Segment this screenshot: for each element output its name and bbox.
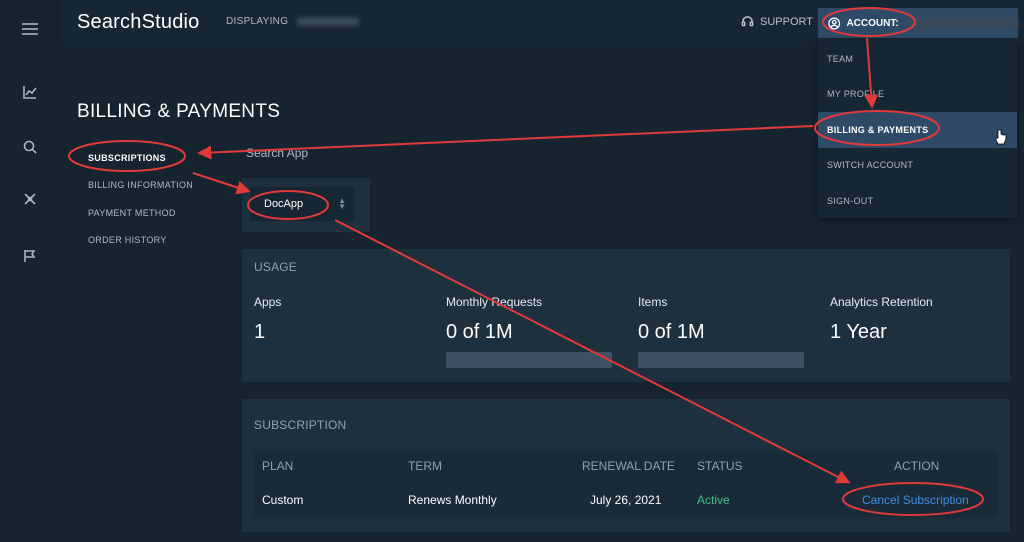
merge-icon[interactable] (0, 187, 59, 211)
subnav-payment-method[interactable]: PAYMENT METHOD (88, 208, 176, 218)
account-menu-button[interactable]: ACCOUNT: (818, 8, 1018, 38)
usage-items: Items 0 of 1M (638, 295, 808, 368)
app-select-container: DocApp ▲ ▼ (242, 178, 370, 232)
account-label: ACCOUNT: (846, 17, 899, 29)
subscription-card: SUBSCRIPTION PLAN TERM RENEWAL DATE STAT… (242, 399, 1010, 532)
usage-value: 1 (254, 321, 266, 343)
search-app-label: Search App (246, 146, 309, 160)
column-header-action: ACTION (894, 459, 940, 473)
usage-monthly-requests: Monthly Requests 0 of 1M (446, 295, 616, 368)
term-cell: Renews Monthly (408, 493, 497, 507)
column-header-renewal-date: RENEWAL DATE (582, 459, 675, 473)
flag-icon[interactable] (0, 244, 59, 268)
menu-item-billing-payments[interactable]: BILLING & PAYMENTS (818, 112, 1017, 148)
support-label: SUPPORT (760, 15, 813, 28)
usage-label: Apps (254, 295, 282, 309)
account-dropdown-menu: TEAM MY PROFILE BILLING & PAYMENTS SWITC… (818, 41, 1017, 218)
displaying-indicator: DISPLAYING (226, 16, 360, 27)
usage-label: Monthly Requests (446, 295, 543, 309)
menu-item-team[interactable]: TEAM (818, 41, 1017, 77)
menu-item-sign-out[interactable]: SIGN-OUT (818, 183, 1017, 219)
support-link[interactable]: SUPPORT (741, 15, 813, 28)
subscription-table: PLAN TERM RENEWAL DATE STATUS ACTION Cus… (254, 451, 998, 517)
usage-label: Items (638, 295, 668, 309)
usage-apps: Apps 1 (254, 295, 424, 344)
usage-value: 0 of 1M (638, 321, 705, 343)
subnav-order-history[interactable]: ORDER HISTORY (88, 235, 167, 245)
headset-icon (741, 16, 754, 27)
usage-progress-bar (446, 352, 612, 368)
usage-progress-bar (638, 352, 804, 368)
usage-title: USAGE (254, 260, 298, 274)
subscription-title: SUBSCRIPTION (254, 418, 347, 432)
left-rail (0, 0, 59, 542)
renewal-date-cell: July 26, 2021 (590, 493, 662, 507)
plan-cell: Custom (262, 493, 304, 507)
usage-value: 1 Year (830, 321, 887, 343)
brand-logo[interactable]: SearchStudio (77, 11, 199, 34)
subnav-subscriptions[interactable]: SUBSCRIPTIONS (88, 153, 166, 163)
sort-chevron-icon: ▲ ▼ (338, 196, 346, 211)
usage-label: Analytics Retention (830, 295, 933, 309)
menu-item-my-profile[interactable]: MY PROFILE (818, 76, 1017, 112)
column-header-term: TERM (408, 459, 442, 473)
column-header-status: STATUS (697, 459, 743, 473)
column-header-plan: PLAN (262, 459, 294, 473)
usage-card: USAGE Apps 1 Monthly Requests 0 of 1M It… (242, 249, 1010, 382)
menu-item-switch-account[interactable]: SWITCH ACCOUNT (818, 147, 1017, 183)
search-icon[interactable] (0, 135, 59, 159)
displaying-label: DISPLAYING (226, 16, 289, 27)
redacted-account-name (910, 18, 1018, 28)
status-cell: Active (697, 493, 730, 507)
app-select-value: DocApp (264, 198, 304, 210)
menu-icon[interactable] (0, 17, 59, 41)
app-select[interactable]: DocApp ▲ ▼ (250, 187, 354, 221)
subnav-billing-information[interactable]: BILLING INFORMATION (88, 180, 193, 190)
usage-analytics-retention: Analytics Retention 1 Year (830, 295, 1000, 344)
redacted-app-name (297, 16, 360, 26)
page-title: BILLING & PAYMENTS (77, 101, 281, 122)
top-bar: SearchStudio DISPLAYING SUPPORT ACCOUNT: (59, 0, 1024, 46)
usage-value: 0 of 1M (446, 321, 513, 343)
chart-icon[interactable] (0, 80, 59, 104)
cancel-subscription-link[interactable]: Cancel Subscription (862, 493, 969, 507)
user-circle-icon (828, 17, 841, 29)
